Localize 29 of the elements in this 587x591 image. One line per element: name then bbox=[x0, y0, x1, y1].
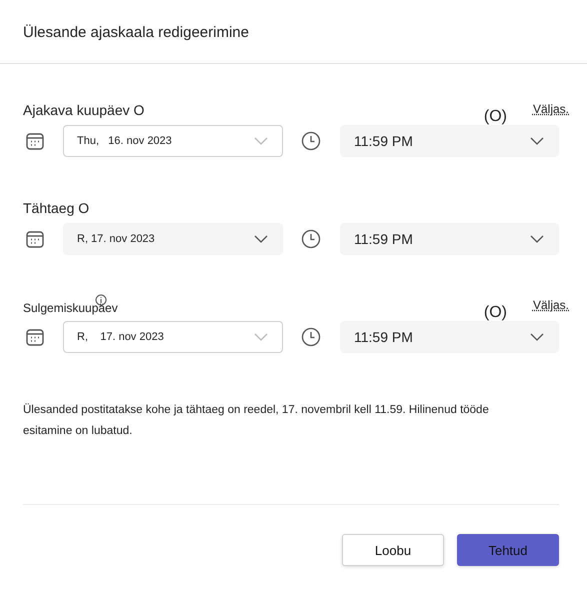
clock-icon bbox=[301, 131, 321, 151]
chevron-down-icon bbox=[530, 235, 544, 243]
done-button[interactable]: Tehtud bbox=[457, 534, 559, 566]
toggle-link[interactable]: Väljas. bbox=[532, 102, 569, 116]
date-field[interactable]: R, 17. nov 2023 bbox=[63, 223, 283, 255]
cancel-button[interactable]: Loobu bbox=[342, 534, 444, 566]
status-text: (O) bbox=[484, 304, 507, 322]
chevron-down-icon bbox=[254, 137, 268, 145]
time-field[interactable]: 11:59 PM bbox=[340, 321, 559, 353]
clock-icon bbox=[301, 327, 321, 347]
dialog-title: Ülesande ajaskaala redigeerimine bbox=[0, 0, 587, 64]
chevron-down-icon bbox=[254, 333, 268, 341]
summary-text: Ülesanded postitatakse kohe ja tähtaeg on reedel, 17. novembril kell 11.59. Hilinenud tööde esitamine on lubatud. bbox=[23, 402, 490, 439]
chevron-down-icon bbox=[530, 137, 544, 145]
status-text: (O) bbox=[484, 108, 507, 126]
clock-icon bbox=[301, 229, 321, 249]
toggle-link[interactable]: Väljas. bbox=[532, 298, 569, 312]
calendar-icon bbox=[25, 229, 45, 249]
time-field[interactable]: 11:59 PM bbox=[340, 125, 559, 157]
chevron-down-icon bbox=[254, 235, 268, 243]
date-field[interactable]: R, 17. nov 2023 bbox=[63, 321, 283, 353]
field-label: Ajakava kuupäev O bbox=[23, 102, 144, 118]
date-field[interactable]: Thu, 16. nov 2023 bbox=[63, 125, 283, 157]
chevron-down-icon bbox=[530, 333, 544, 341]
time-field[interactable]: 11:59 PM bbox=[340, 223, 559, 255]
calendar-icon bbox=[25, 327, 45, 347]
field-label: Tähtaeg O bbox=[23, 200, 90, 216]
calendar-icon bbox=[25, 131, 45, 151]
field-label: Sulgemiskuupäev bbox=[23, 301, 118, 315]
